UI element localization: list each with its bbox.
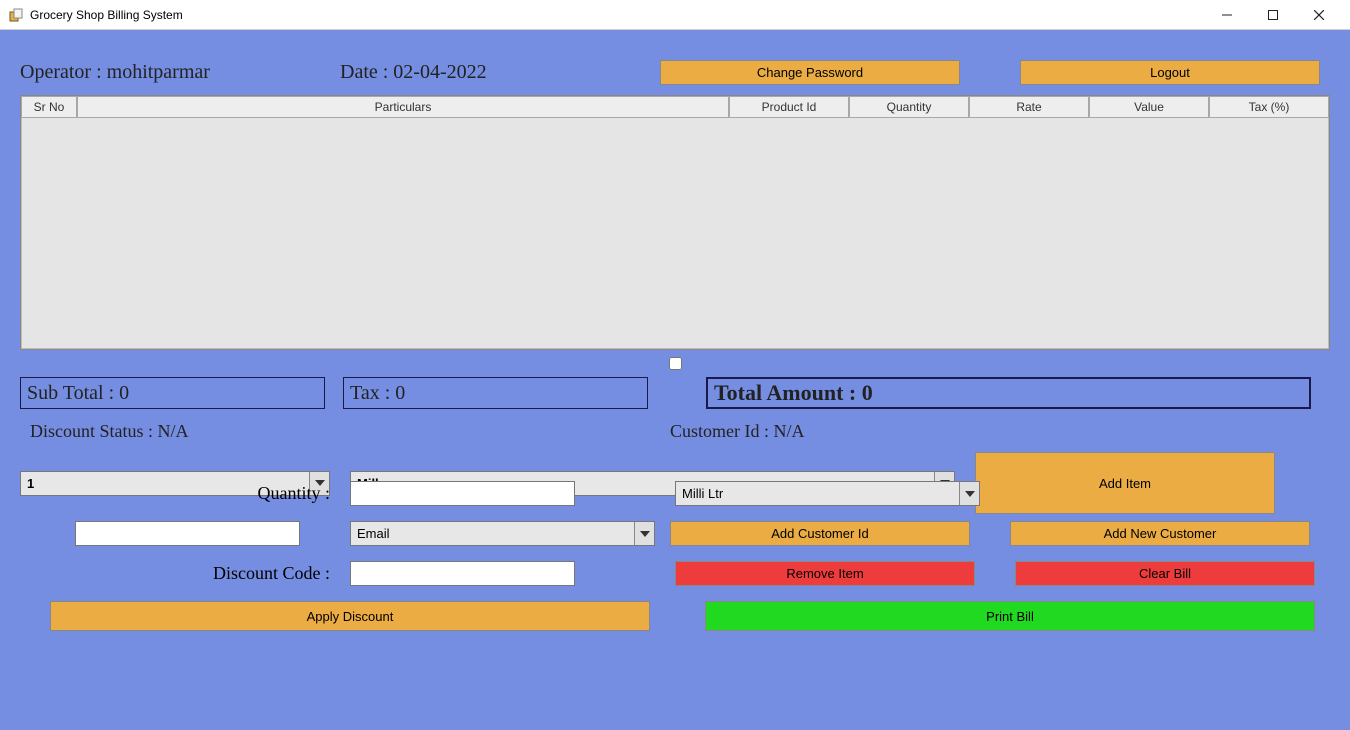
items-grid[interactable]: Sr No Particulars Product Id Quantity Ra… [20,95,1330,350]
form-row-5: Apply Discount Print Bill [20,601,1330,631]
contact-type-combo[interactable]: Email [350,521,655,546]
app-icon [8,7,24,23]
total-amount-text: Total Amount : 0 [714,380,873,406]
totals-row: Sub Total : 0 Tax : 0 Total Amount : 0 [10,377,1340,409]
minimize-button[interactable] [1204,0,1250,30]
total-amount-box: Total Amount : 0 [706,377,1311,409]
quantity-input[interactable] [350,481,575,506]
grid-header: Sr No Particulars Product Id Quantity Ra… [21,96,1329,118]
contact-type-value: Email [351,522,634,545]
remove-item-button[interactable]: Remove Item [675,561,975,586]
form-row-4: Discount Code : Remove Item Clear Bill [20,561,1330,586]
customer-id-status: Customer Id : N/A [670,421,805,442]
discount-code-input[interactable] [350,561,575,586]
close-button[interactable] [1296,0,1342,30]
col-rate[interactable]: Rate [969,96,1089,118]
change-password-button[interactable]: Change Password [660,60,960,85]
col-value[interactable]: Value [1089,96,1209,118]
clear-bill-button[interactable]: Clear Bill [1015,561,1315,586]
add-customer-id-button[interactable]: Add Customer Id [670,521,970,546]
col-quantity[interactable]: Quantity [849,96,969,118]
subtotal-box: Sub Total : 0 [20,377,325,409]
grid-body[interactable] [21,118,1329,349]
chevron-down-icon[interactable] [959,482,979,505]
discount-status: Discount Status : N/A [30,421,670,442]
status-row: Discount Status : N/A Customer Id : N/A [10,409,1340,446]
print-bill-button[interactable]: Print Bill [705,601,1315,631]
header-row: Operator : mohitparmar Date : 02-04-2022… [10,40,1340,95]
col-tax[interactable]: Tax (%) [1209,96,1329,118]
col-particulars[interactable]: Particulars [77,96,729,118]
logout-button[interactable]: Logout [1020,60,1320,85]
add-item-button[interactable]: Add Item [975,452,1275,514]
col-productid[interactable]: Product Id [729,96,849,118]
app-body: Operator : mohitparmar Date : 02-04-2022… [0,30,1350,730]
operator-label: Operator : mohitparmar [20,61,320,84]
quantity-label: Quantity : [20,483,330,504]
col-srno[interactable]: Sr No [21,96,77,118]
tax-box: Tax : 0 [343,377,648,409]
form-area: 1 Milk Add Item Quantity : Milli Ltr [10,446,1340,631]
maximize-button[interactable] [1250,0,1296,30]
customer-lookup-input[interactable] [75,521,300,546]
chevron-down-icon[interactable] [634,522,654,545]
unit-value: Milli Ltr [676,482,959,505]
unit-combo[interactable]: Milli Ltr [675,481,980,506]
date-label: Date : 02-04-2022 [340,61,630,84]
add-new-customer-button[interactable]: Add New Customer [1010,521,1310,546]
form-row-3: Email Add Customer Id Add New Customer [20,521,1330,546]
center-checkbox[interactable] [669,357,682,370]
center-checkbox-wrap [10,354,1340,375]
window-title: Grocery Shop Billing System [30,8,1204,22]
window-controls [1204,0,1342,30]
discount-code-label: Discount Code : [20,563,330,584]
titlebar: Grocery Shop Billing System [0,0,1350,30]
apply-discount-button[interactable]: Apply Discount [50,601,650,631]
